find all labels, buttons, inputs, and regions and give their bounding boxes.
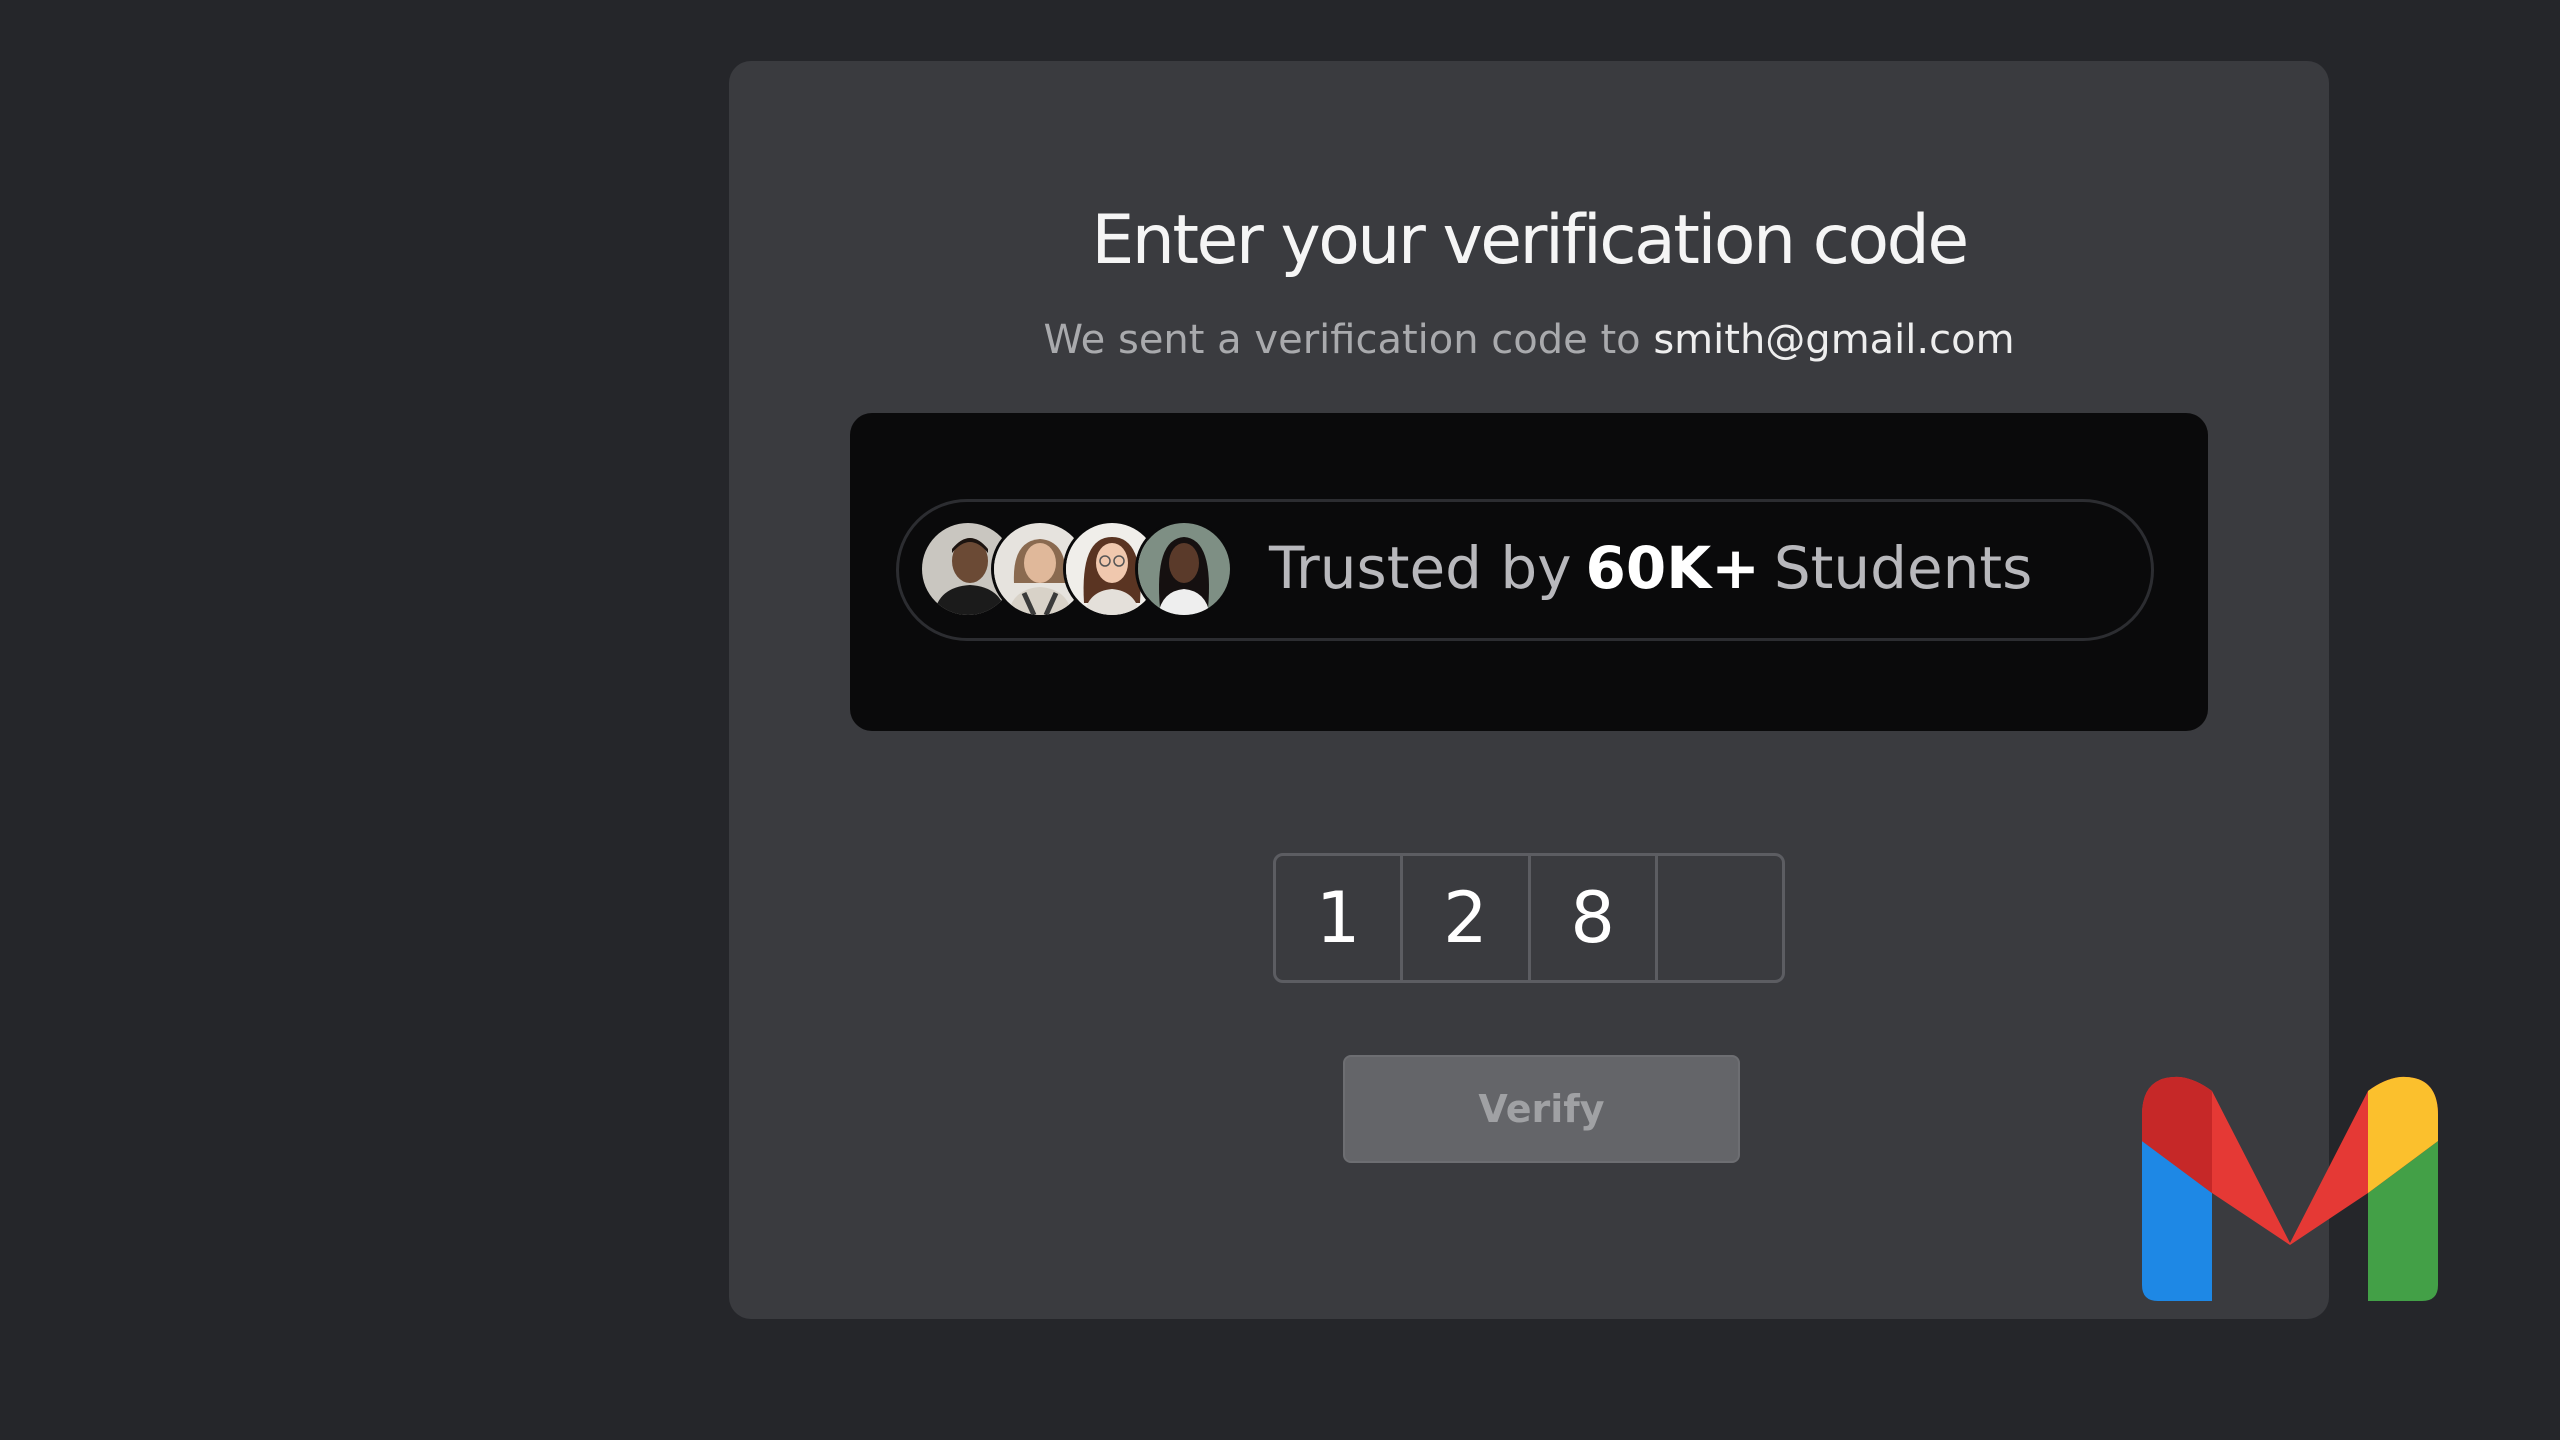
code-digit-1[interactable]: 1 bbox=[1276, 856, 1404, 980]
trusted-prefix: Trusted by bbox=[1269, 534, 1572, 602]
verify-button[interactable]: Verify bbox=[1343, 1055, 1740, 1163]
avatar-group bbox=[919, 520, 1249, 620]
trusted-by-text: Trusted by 60K+ Students bbox=[1269, 534, 2032, 602]
trusted-suffix: Students bbox=[1773, 534, 2033, 602]
trust-banner: Trusted by 60K+ Students bbox=[850, 413, 2208, 731]
student-count: 60K+ bbox=[1585, 534, 1760, 602]
trust-pill: Trusted by 60K+ Students bbox=[896, 499, 2154, 641]
verification-subtitle: We sent a verification code to smith@gma… bbox=[729, 317, 2329, 363]
recipient-email: smith@gmail.com bbox=[1653, 317, 2015, 363]
code-digit-2[interactable]: 2 bbox=[1403, 856, 1531, 980]
verification-code-input: 1 2 8 bbox=[1273, 853, 1785, 983]
avatar bbox=[1135, 520, 1233, 618]
code-digit-3[interactable]: 8 bbox=[1531, 856, 1658, 980]
verification-card: Enter your verification code We sent a v… bbox=[729, 61, 2329, 1319]
student-avatar-4-icon bbox=[1138, 523, 1230, 615]
subtitle-text: We sent a verification code to bbox=[1043, 317, 1641, 363]
screen: Enter your verification code We sent a v… bbox=[0, 0, 2560, 1440]
page-title: Enter your verification code bbox=[1091, 201, 1969, 280]
code-digit-4[interactable] bbox=[1658, 856, 1782, 980]
gmail-logo-icon bbox=[2142, 1076, 2438, 1301]
